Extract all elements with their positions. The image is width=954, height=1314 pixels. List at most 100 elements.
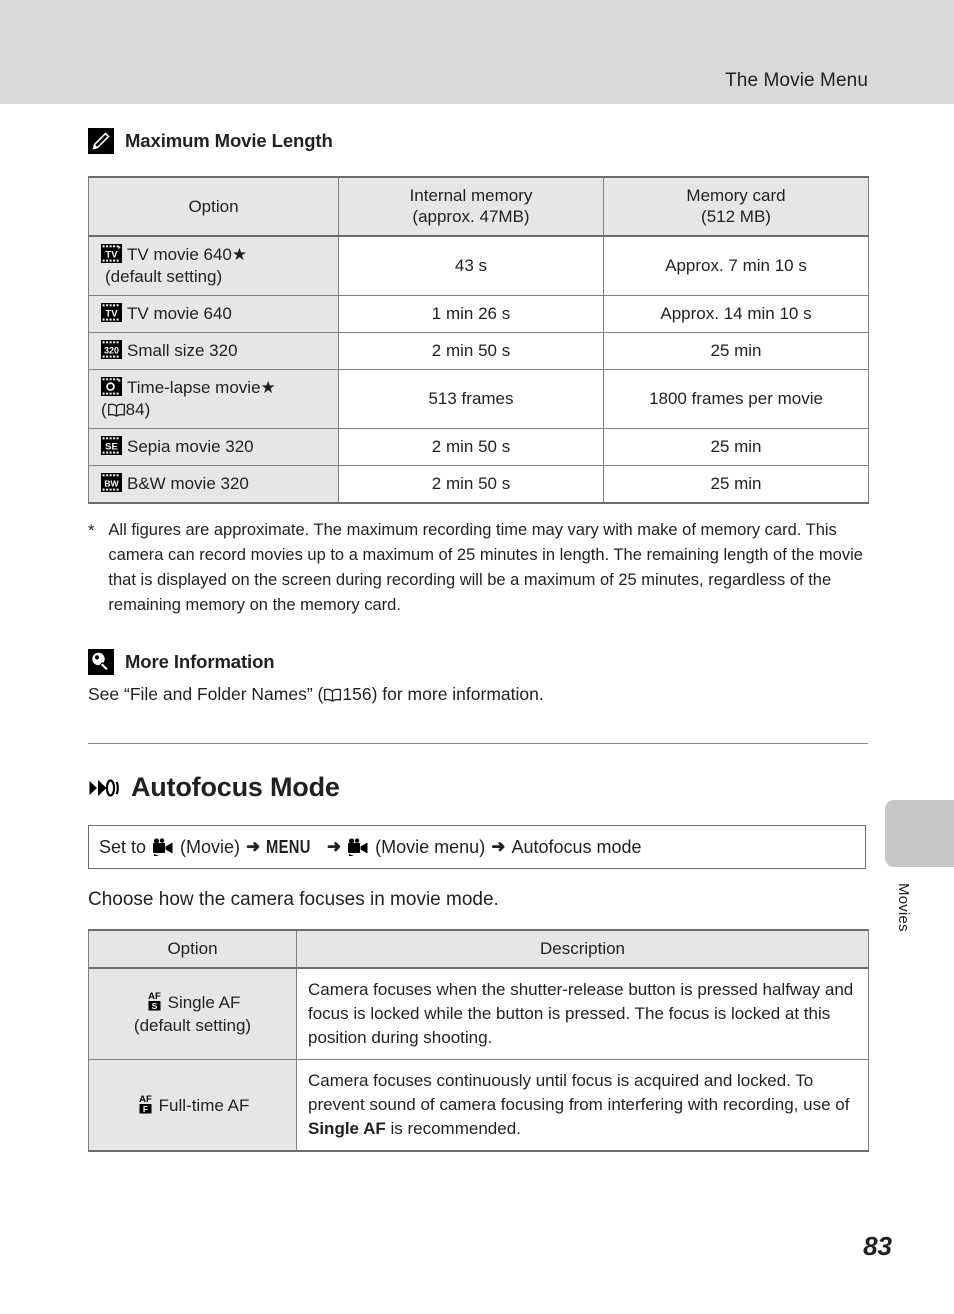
option-cell-sepia-movie-320: SE Sepia movie 320 bbox=[88, 428, 339, 467]
option-cell-tv-movie-640-star: TV * TV movie 640★ (default setting) bbox=[88, 235, 339, 296]
memory-card-cell: 1800 frames per movie bbox=[603, 368, 869, 430]
header-internal-line1: Internal memory bbox=[409, 186, 533, 205]
film-timelapse-icon: * bbox=[101, 376, 122, 396]
path-arrow-1: ➜ bbox=[246, 837, 261, 857]
movie-camera-icon bbox=[347, 838, 369, 857]
note-title: Maximum Movie Length bbox=[125, 130, 333, 151]
option-cell-time-lapse-movie: * Time-lapse movie★ (84) bbox=[88, 368, 339, 430]
option-cell-full-time-af: AF F Full-time AF bbox=[88, 1058, 297, 1153]
option-cell-tv-movie-640: TV TV movie 640 bbox=[88, 294, 339, 333]
table-footnote: * All figures are approximate. The maxim… bbox=[88, 518, 868, 617]
svg-text:*: * bbox=[118, 379, 121, 386]
more-info-reference: 156 bbox=[342, 684, 372, 705]
pencil-note-icon bbox=[88, 128, 114, 154]
path-set-to-label: Set to bbox=[99, 836, 147, 857]
af-fulltime-icon: AF F bbox=[136, 1093, 155, 1114]
book-reference-icon bbox=[323, 687, 342, 703]
film-320-icon: 320 bbox=[101, 339, 122, 359]
column-header-memory-card: Memory card (512 MB) bbox=[603, 176, 869, 237]
table-row: * Time-lapse movie★ (84) 513 frames 180… bbox=[88, 368, 869, 430]
autofocus-mode-icon bbox=[88, 775, 120, 801]
column-header-option: Option bbox=[88, 176, 339, 237]
page-header: The Movie Menu bbox=[0, 0, 954, 104]
internal-memory-cell: 2 min 50 s bbox=[338, 428, 604, 467]
header-card-line1: Memory card bbox=[686, 186, 786, 205]
film-tv-star-icon: TV * bbox=[101, 243, 122, 263]
af-single-icon: AF S bbox=[145, 990, 164, 1011]
internal-memory-cell: 2 min 50 s bbox=[338, 465, 604, 505]
internal-memory-cell: 513 frames bbox=[338, 368, 604, 430]
svg-text:TV: TV bbox=[105, 249, 118, 260]
column-header-description: Description bbox=[296, 929, 869, 969]
internal-memory-cell: 2 min 50 s bbox=[338, 331, 604, 370]
header-title: The Movie Menu bbox=[725, 70, 868, 91]
star-glyph: ★ bbox=[260, 377, 276, 397]
internal-memory-cell: 43 s bbox=[338, 235, 604, 296]
path-arrow-2: ➜ bbox=[326, 837, 342, 857]
paren-close: ) bbox=[144, 399, 151, 419]
more-info-text-after: ) for more information. bbox=[371, 684, 544, 705]
description-cell: Camera focuses when the shutter-release … bbox=[296, 967, 869, 1060]
note-title: More Information bbox=[125, 651, 275, 673]
menu-button-label: MENU bbox=[266, 836, 312, 857]
option-cell-bw-movie-320: BW B&W movie 320 bbox=[88, 465, 339, 505]
movie-camera-icon bbox=[152, 838, 174, 857]
svg-text:S: S bbox=[151, 1001, 157, 1011]
star-glyph: ★ bbox=[231, 244, 248, 264]
note-heading-more-information: More Information bbox=[88, 649, 868, 676]
note-heading-maximum-movie-length: Maximum Movie Length bbox=[88, 128, 868, 154]
option-cell-single-af: AF S Single AF (default setting) bbox=[88, 967, 297, 1060]
section-divider bbox=[88, 743, 868, 745]
svg-text:TV: TV bbox=[105, 308, 118, 319]
description-emphasis: Single AF bbox=[308, 1119, 386, 1139]
option-text-line1: Full-time AF bbox=[158, 1095, 250, 1115]
lightbulb-note-icon bbox=[88, 649, 114, 676]
table-row: SE Sepia movie 320 2 min 50 s 25 min bbox=[88, 428, 869, 467]
side-thumb-tab bbox=[885, 800, 954, 867]
table-row: AF S Single AF (default setting) Camera … bbox=[88, 967, 869, 1060]
column-header-internal-memory: Internal memory (approx. 47MB) bbox=[338, 176, 604, 237]
note-more-information: More Information See “File and Folder Na… bbox=[88, 649, 868, 705]
table-header-row: Option Description bbox=[88, 929, 869, 969]
maximum-movie-length-table: Option Internal memory (approx. 47MB) Me… bbox=[88, 176, 869, 505]
svg-text:320: 320 bbox=[104, 345, 119, 355]
section-heading-autofocus-mode: Autofocus Mode bbox=[88, 772, 868, 803]
option-text-line1: Small size 320 bbox=[127, 340, 238, 360]
memory-card-cell: 25 min bbox=[603, 331, 869, 370]
footnote-text: All figures are approximate. The maximum… bbox=[108, 521, 863, 614]
path-movie-label-2: (Movie menu) bbox=[375, 836, 486, 857]
autofocus-mode-table: Option Description AF S Single AF (defau… bbox=[88, 929, 869, 1153]
table-row: 320 Small size 320 2 min 50 s 25 min bbox=[88, 331, 869, 370]
footnote-marker: * bbox=[88, 522, 95, 541]
svg-text:SE: SE bbox=[105, 442, 118, 453]
option-text-line1: Single AF bbox=[167, 993, 241, 1013]
memory-card-cell: 25 min bbox=[603, 465, 869, 505]
table-row: TV TV movie 640 1 min 26 s Approx. 14 mi… bbox=[88, 294, 869, 333]
film-bw-icon: BW bbox=[101, 473, 122, 493]
svg-text:F: F bbox=[143, 1104, 148, 1114]
option-reference-number: 84 bbox=[125, 399, 145, 419]
page-content: Maximum Movie Length Option Internal mem… bbox=[88, 104, 869, 1153]
header-internal-line2: (approx. 47MB) bbox=[412, 207, 530, 227]
svg-text:*: * bbox=[118, 246, 121, 253]
header-card-line2: (512 MB) bbox=[701, 207, 771, 227]
memory-card-cell: Approx. 7 min 10 s bbox=[603, 235, 869, 296]
option-text-line2: (default setting) bbox=[105, 266, 223, 286]
side-tab-label: Movies bbox=[895, 883, 912, 932]
option-text-line2: (default setting) bbox=[133, 1015, 252, 1035]
option-text-line1: B&W movie 320 bbox=[127, 474, 249, 494]
table-row: AF F Full-time AF Camera focuses continu… bbox=[88, 1058, 869, 1153]
svg-text:BW: BW bbox=[104, 479, 119, 489]
film-tv-icon: TV bbox=[101, 302, 122, 322]
option-text-line1: TV movie 640 bbox=[127, 303, 232, 323]
description-part-2: is recommended. bbox=[385, 1119, 521, 1139]
path-destination: Autofocus mode bbox=[511, 836, 642, 857]
internal-memory-cell: 1 min 26 s bbox=[338, 294, 604, 333]
more-information-text: See “File and Folder Names” ( 156) for m… bbox=[88, 684, 868, 705]
autofocus-intro-text: Choose how the camera focuses in movie m… bbox=[88, 889, 499, 911]
memory-card-cell: 25 min bbox=[603, 428, 869, 467]
table-row: BW B&W movie 320 2 min 50 s 25 min bbox=[88, 465, 869, 505]
description-cell: Camera focuses continuously until focus … bbox=[296, 1058, 869, 1153]
page-number: 83 bbox=[863, 1231, 892, 1261]
section-title: Autofocus Mode bbox=[131, 772, 340, 803]
